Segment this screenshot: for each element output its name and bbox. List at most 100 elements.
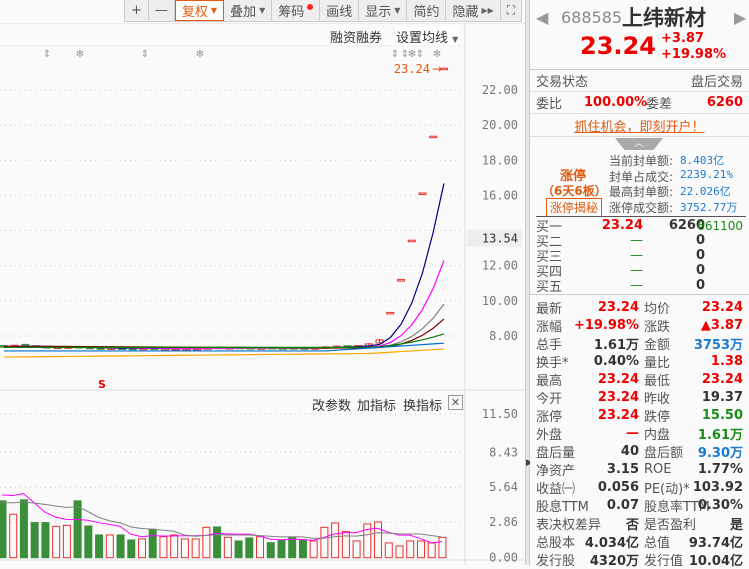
stat-row: 收益㈠ 0.056 PE(动)* 103.92 xyxy=(530,478,749,497)
stat-label: PE(动)* xyxy=(644,481,690,497)
prev-stock-icon[interactable]: ◀ xyxy=(536,8,548,27)
price-tick-label: 10.00 xyxy=(482,294,518,308)
ma30-line xyxy=(3,318,445,349)
stat-value: 1.61万 xyxy=(697,427,743,443)
fullscreen-icon: ⛶ xyxy=(506,3,516,17)
stat-label: 总值 xyxy=(644,535,671,551)
stat-row: 涨幅 +19.98% 涨跌 ▲3.87 xyxy=(530,316,749,335)
volume-bar xyxy=(19,499,28,559)
volume-bar xyxy=(9,513,18,559)
bid-ratio-value: 100.00% xyxy=(584,95,648,110)
ma60-line xyxy=(4,333,445,349)
trade-status-row: 交易状态 盘后交易 xyxy=(530,69,749,92)
volume-bar xyxy=(438,536,447,559)
volume-bar xyxy=(352,540,361,559)
candle-body xyxy=(386,311,395,315)
edit-params-button[interactable]: 改参数 xyxy=(312,395,351,414)
stat-row: 盘后量 40 盘后额 9.30万 xyxy=(530,442,749,461)
bid-row[interactable]: 买二 —0 xyxy=(530,233,749,250)
volume-bar xyxy=(309,540,318,559)
stat-value: 0.07 xyxy=(606,497,639,513)
bid-extra-volume: 661100 xyxy=(697,218,743,233)
volume-bar xyxy=(320,526,329,559)
bid-row[interactable]: 买四 —0 xyxy=(530,263,749,280)
simple-button[interactable]: 简约 xyxy=(407,0,447,21)
event-marker-icon: ⇕ xyxy=(43,49,51,60)
stock-code: 688585 xyxy=(561,7,623,27)
stat-label: 表决权差异 xyxy=(536,517,602,533)
candle-body xyxy=(429,135,438,139)
stat-value: 4.034亿 xyxy=(584,535,639,551)
change-indicator-button[interactable]: 换指标 xyxy=(403,395,442,414)
bid-row[interactable]: 买五 — 0 xyxy=(530,278,749,295)
stat-row: 外盘 — 内盘 1.61万 xyxy=(530,424,749,443)
volume-tick-label: 2.86 xyxy=(489,515,518,529)
stat-value: 23.24 xyxy=(597,371,639,387)
volume-bar xyxy=(41,522,50,559)
last-price-label: 23.24 xyxy=(394,62,430,76)
fullscreen-button[interactable]: ⛶ xyxy=(501,0,521,21)
trade-status-label: 交易状态 xyxy=(536,75,589,90)
stat-label: 最高 xyxy=(536,373,563,389)
stat-label: 涨停 xyxy=(536,409,563,425)
volume-bar xyxy=(105,534,114,559)
volume-bar xyxy=(234,540,243,559)
restore-rights-label: 复权 xyxy=(181,5,208,20)
limit-up-stat-label: 涨停成交额: xyxy=(609,200,674,215)
stat-value: 23.24 xyxy=(597,389,639,405)
volume-tick-label: 0.00 xyxy=(489,551,518,565)
stat-value: 10.04亿 xyxy=(688,553,743,569)
ma5-line xyxy=(3,183,445,350)
caret-down-icon: ▼ xyxy=(394,6,401,15)
ma10-line xyxy=(3,260,445,350)
stat-label: 昨收 xyxy=(644,391,671,407)
add-indicator-button[interactable]: 加指标 xyxy=(357,395,396,414)
open-account-link[interactable]: 抓住机会，即刻开户！ xyxy=(574,116,704,135)
volume-bar xyxy=(84,525,93,559)
overlay-button[interactable]: 叠加 ▼ xyxy=(224,0,273,21)
chips-button[interactable]: 筹码 xyxy=(272,0,321,21)
volume-bar xyxy=(406,540,415,559)
volume-tick-label: 5.64 xyxy=(489,480,518,494)
collapse-up-button[interactable]: ︿ xyxy=(615,138,663,150)
display-button[interactable]: 显示 ▼ xyxy=(359,0,408,21)
next-stock-icon[interactable]: ▶ xyxy=(734,8,746,27)
limit-up-stat-value: 22.026亿 xyxy=(680,185,731,198)
price-tick-label: 8.00 xyxy=(489,329,518,343)
bid-volume: 0 xyxy=(695,263,705,278)
volume-bar xyxy=(245,537,254,559)
bid-row[interactable]: 买三 —0 xyxy=(530,248,749,265)
kline-chart[interactable]: 22.00 20.00 18.00 16.00 12.00 10.00 8.00 13.54 ⇕… xyxy=(0,23,525,565)
limit-up-stat-value: 3752.77万 xyxy=(680,200,738,214)
bid-row[interactable]: 买一 23.24 6260 661100 xyxy=(530,218,749,235)
hide-button[interactable]: 隐藏 ▶▶ xyxy=(446,0,501,21)
cursor-price-label: 13.54 xyxy=(482,232,518,246)
close-indicator-button[interactable]: ✕ xyxy=(448,395,463,410)
volume-bar xyxy=(30,522,39,559)
stat-label: 金额 xyxy=(644,337,671,353)
limit-up-reveal-button[interactable]: 涨停揭秘 xyxy=(546,198,603,217)
restore-rights-button[interactable]: 复权 ▼ xyxy=(174,0,225,21)
stat-row: 净资产 3.15 ROE 1.77% xyxy=(530,460,749,479)
price-tick-label: 20.00 xyxy=(482,118,518,132)
caret-down-icon: ▼ xyxy=(210,6,218,15)
zoom-in-button[interactable]: + xyxy=(125,0,149,21)
stat-value: 23.24 xyxy=(701,371,743,387)
stat-label: 总股本 xyxy=(536,535,576,551)
bid-price: 23.24 xyxy=(601,218,643,233)
stock-header: ◀ 688585 上纬新材 ▶ xyxy=(530,4,749,30)
price-tick-label: 18.00 xyxy=(482,153,518,167)
notification-dot-icon xyxy=(307,3,314,10)
stat-value: 0.30% xyxy=(697,497,743,513)
kline-panel: + — 复权 ▼ 叠加 ▼ 筹码 画线 显示 ▼ 简约 隐藏 ▶▶ ⛶ 融资融券 设置均… xyxy=(0,0,525,565)
stat-value: ▲3.87 xyxy=(700,317,743,333)
chart-toolbar: + — 复权 ▼ 叠加 ▼ 筹码 画线 显示 ▼ 简约 隐藏 ▶▶ ⛶ xyxy=(124,0,523,22)
stat-value: 23.24 xyxy=(701,299,743,315)
stat-value: 否 xyxy=(625,517,639,533)
draw-button[interactable]: 画线 xyxy=(320,0,360,21)
bid-price: — xyxy=(630,248,643,263)
zoom-out-button[interactable]: — xyxy=(149,0,175,21)
bid-volume: 0 xyxy=(695,248,705,263)
stat-label: 跌停 xyxy=(644,409,671,425)
price-tick-label: 22.00 xyxy=(482,83,518,97)
